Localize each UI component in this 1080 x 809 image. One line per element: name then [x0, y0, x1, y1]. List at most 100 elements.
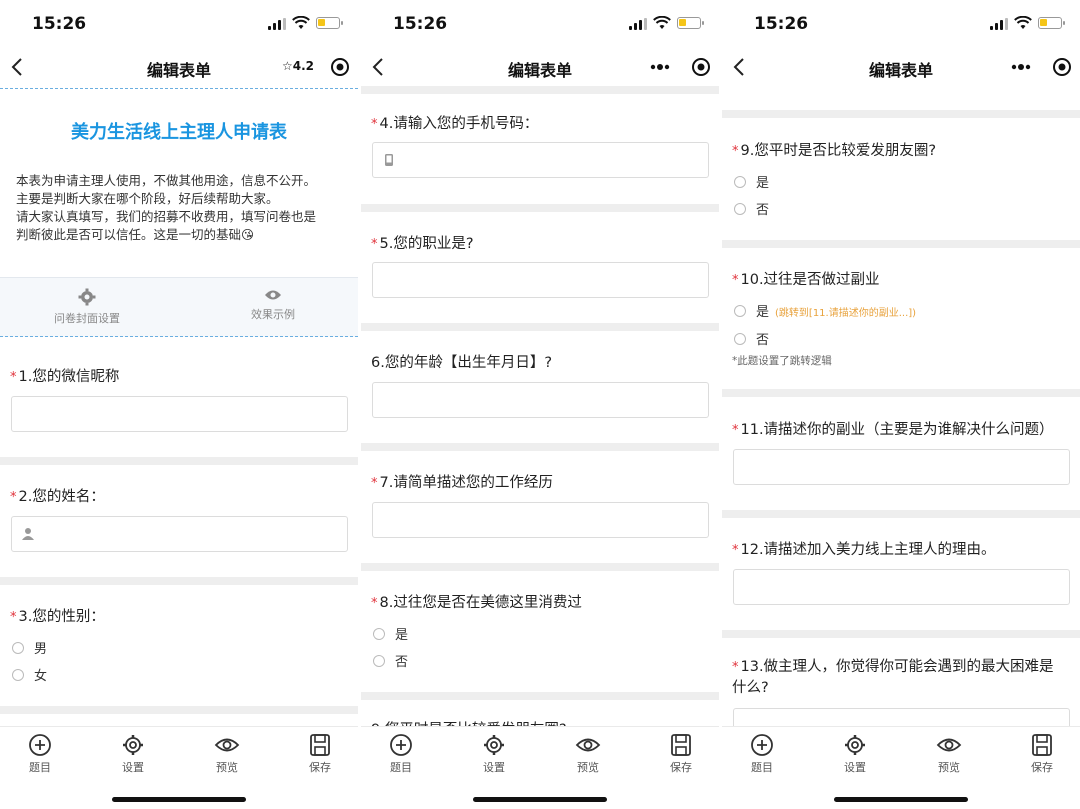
question-divider — [722, 110, 1080, 118]
tab-save[interactable]: 保存 — [290, 733, 350, 775]
radio-circle — [734, 305, 746, 317]
question-label[interactable]: * 5.您的职业是? — [371, 232, 474, 253]
save-icon — [310, 734, 330, 756]
question-text: 10.过往是否做过副业 — [740, 272, 880, 288]
question-text: 6.您的年龄【出生年月日】? — [371, 355, 553, 371]
question-label[interactable]: * 7.请简单描述您的工作经历 — [371, 471, 553, 492]
question-text: 13.做主理人，你觉得你可能会遇到的最大困难是 — [740, 659, 1054, 675]
home-indicator — [112, 797, 246, 802]
answer-input[interactable] — [733, 449, 1070, 485]
jump-logic-note: *此题设置了跳转逻辑 — [732, 355, 832, 367]
radio-option[interactable]: 是 — [373, 624, 408, 643]
tab-settings[interactable]: 设置 — [464, 733, 524, 775]
radio-option[interactable]: 女 — [12, 665, 47, 684]
answer-input[interactable] — [372, 382, 709, 418]
form-title[interactable]: 美力生活线上主理人申请表 — [0, 118, 358, 144]
question-label[interactable]: * 8.过往您是否在美德这里消费过 — [371, 591, 582, 612]
intro-line: 本表为申请主理人使用，不做其他用途，信息不公开。 — [16, 173, 317, 188]
radio-option[interactable]: 男 — [12, 638, 47, 657]
radio-circle — [12, 642, 24, 654]
tab-questions[interactable]: 题目 — [10, 733, 70, 775]
close-miniprogram-icon[interactable] — [691, 57, 711, 77]
tab-settings[interactable]: 设置 — [103, 733, 163, 775]
option-label: 是 — [756, 305, 770, 320]
answer-input[interactable] — [372, 262, 709, 298]
required-mark: * — [10, 610, 17, 625]
status-time: 15:26 — [32, 14, 87, 34]
screenshot-collage: 15:26 编辑表单 ☆4.2 美力生活线上主理人申请表 本表为申请主理人使用，… — [0, 0, 1080, 809]
cover-settings-button[interactable]: 问卷封面设置 — [27, 288, 147, 326]
question-label[interactable]: * 11.请描述你的副业（主要是为谁解决什么问题） — [732, 418, 1054, 439]
tab-label: 保存 — [309, 761, 331, 774]
tab-questions[interactable]: 题目 — [732, 733, 792, 775]
required-mark: * — [10, 370, 17, 385]
tab-save[interactable]: 保存 — [1012, 733, 1072, 775]
tab-settings[interactable]: 设置 — [825, 733, 885, 775]
question-label[interactable]: * 10.过往是否做过副业 — [732, 268, 880, 289]
question-text: 12.请描述加入美力线上主理人的理由。 — [740, 542, 996, 558]
eye-icon — [265, 290, 281, 300]
question-label[interactable]: * 1.您的微信昵称 — [10, 365, 119, 386]
question-text: 9.您平时是否比较爱发朋友圈? — [740, 143, 937, 159]
form-intro[interactable]: 本表为申请主理人使用，不做其他用途，信息不公开。 主要是判断大家在哪个阶段，好后… — [16, 172, 352, 244]
gear-icon — [78, 288, 96, 306]
question-divider — [722, 389, 1080, 397]
status-time: 15:26 — [754, 14, 809, 34]
radio-circle — [12, 669, 24, 681]
question-text: 5.您的职业是? — [379, 236, 474, 252]
tab-label: 设置 — [844, 761, 866, 774]
eye-icon — [214, 738, 240, 752]
status-time: 15:26 — [393, 14, 448, 34]
more-icon[interactable] — [1010, 58, 1032, 76]
question-text: 2.您的姓名： — [18, 489, 105, 505]
rating-badge[interactable]: ☆4.2 — [282, 59, 314, 73]
question-label[interactable]: * 9.您平时是否比较爱发朋友圈? — [732, 139, 936, 160]
required-mark: * — [371, 596, 378, 611]
answer-input[interactable] — [372, 502, 709, 538]
question-label[interactable]: 6.您的年龄【出生年月日】? — [371, 351, 552, 372]
tab-questions[interactable]: 题目 — [371, 733, 431, 775]
question-label[interactable]: * 4.请输入您的手机号码： — [371, 112, 538, 133]
tab-preview[interactable]: 预览 — [919, 733, 979, 775]
question-divider — [0, 706, 358, 714]
more-icon[interactable] — [649, 58, 671, 76]
question-divider — [361, 323, 719, 331]
question-divider — [0, 457, 358, 465]
answer-input[interactable] — [11, 396, 348, 432]
close-miniprogram-icon[interactable] — [1052, 57, 1072, 77]
tab-preview[interactable]: 预览 — [197, 733, 257, 775]
battery-icon — [316, 17, 343, 29]
tab-save[interactable]: 保存 — [651, 733, 711, 775]
tab-preview[interactable]: 预览 — [558, 733, 618, 775]
save-icon — [671, 734, 691, 756]
tab-label: 预览 — [577, 761, 599, 774]
radio-option[interactable]: 否 — [734, 199, 769, 218]
preview-example-button[interactable]: 效果示例 — [213, 288, 333, 322]
signal-icon — [629, 18, 647, 30]
radio-circle — [734, 203, 746, 215]
tab-label: 保存 — [670, 761, 692, 774]
nav-bar: 编辑表单 ☆4.2 — [0, 48, 358, 86]
question-text: 7.请简单描述您的工作经历 — [379, 475, 553, 491]
question-text: 3.您的性别： — [18, 609, 105, 625]
radio-option[interactable]: 否 — [734, 329, 769, 348]
tab-label: 设置 — [483, 761, 505, 774]
close-miniprogram-icon[interactable] — [330, 57, 350, 77]
wifi-icon — [292, 16, 310, 29]
radio-option[interactable]: 是 (跳转到[11.请描述你的副业...]) — [734, 301, 916, 320]
required-mark: * — [10, 490, 17, 505]
radio-circle — [734, 176, 746, 188]
home-indicator — [834, 797, 968, 802]
radio-option[interactable]: 是 — [734, 172, 769, 191]
question-divider — [722, 510, 1080, 518]
question-label[interactable]: * 3.您的性别： — [10, 605, 105, 626]
radio-option[interactable]: 否 — [373, 651, 408, 670]
question-label[interactable]: * 12.请描述加入美力线上主理人的理由。 — [732, 538, 996, 559]
question-label[interactable]: * 13.做主理人，你觉得你可能会遇到的最大困难是 什么? — [732, 657, 1054, 698]
question-label[interactable]: * 2.您的姓名： — [10, 485, 105, 506]
status-bar: 15:26 — [722, 0, 1080, 48]
preview-example-label: 效果示例 — [251, 308, 295, 321]
phone-input[interactable] — [372, 142, 709, 178]
answer-input[interactable] — [733, 569, 1070, 605]
name-input[interactable] — [11, 516, 348, 552]
